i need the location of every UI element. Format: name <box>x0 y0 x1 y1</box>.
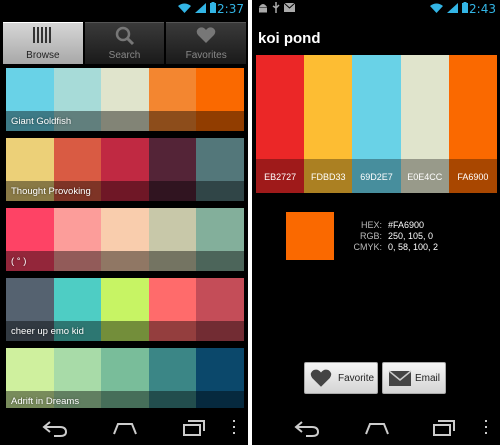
rgb-label: RGB: <box>359 231 382 241</box>
cmyk-label: CMYK: <box>353 242 382 252</box>
palette-color-column[interactable]: FDBD33 <box>304 55 353 193</box>
back-icon[interactable] <box>294 419 320 437</box>
android-icon <box>259 4 267 13</box>
palette-card[interactable]: Adrift in Dreams <box>6 348 244 408</box>
menu-icon[interactable] <box>232 419 236 435</box>
palette-color-column[interactable]: E0E4CC <box>400 55 449 193</box>
heart-icon <box>196 27 216 43</box>
cmyk-value: 0, 58, 100, 2 <box>388 242 439 252</box>
wifi-icon <box>178 3 191 13</box>
favorite-button[interactable]: Favorite <box>304 362 378 394</box>
palette-name: cheer up emo kid <box>11 326 84 337</box>
email-button[interactable]: Email <box>382 362 446 394</box>
status-bar: 12:43 <box>252 0 500 18</box>
home-icon[interactable] <box>112 419 138 437</box>
hex-code: FDBD33 <box>311 172 346 182</box>
rgb-value: 250, 105, 0 <box>388 231 434 241</box>
barcode-icon <box>32 27 51 43</box>
mail-icon <box>284 3 295 12</box>
usb-icon <box>272 2 280 13</box>
email-label: Email <box>415 373 441 384</box>
hex-code: FA6900 <box>457 172 489 182</box>
status-bar: 12:37 <box>0 0 248 18</box>
palette-name: Adrift in Dreams <box>11 396 80 407</box>
menu-icon[interactable] <box>484 419 488 435</box>
palette-card[interactable]: Thought Provoking <box>6 138 244 201</box>
hex-label: HEX: <box>360 220 382 230</box>
home-icon[interactable] <box>364 419 390 437</box>
signal-icon <box>195 2 206 13</box>
hex-code: EB2727 <box>264 172 297 182</box>
nav-bar <box>0 413 248 445</box>
palette-card[interactable]: ( ° ) <box>6 208 244 271</box>
browse-screen: 12:37 Browse Search Favorites Giant Gold… <box>0 0 248 445</box>
tab-favorites[interactable]: Favorites <box>166 22 247 64</box>
hex-value: #FA6900 <box>388 220 425 230</box>
tab-label: Search <box>108 50 141 61</box>
recent-apps-icon[interactable] <box>182 419 206 437</box>
color-info: HEX: #FA6900 RGB: 250, 105, 0 CMYK: 0, 58, … <box>340 220 438 253</box>
palette-swatches: EB2727 FDBD33 69D2E7 E0E4CC FA6900 <box>256 55 498 193</box>
palette-list: Giant Goldfish Thought Provoking ( ° ) chee… <box>6 68 244 408</box>
favorite-label: Favorite <box>338 373 375 384</box>
palette-name: Giant Goldfish <box>11 116 72 127</box>
hex-code: 69D2E7 <box>360 172 393 182</box>
heart-icon <box>310 369 332 387</box>
palette-name-band <box>6 251 244 271</box>
palette-color-column[interactable]: FA6900 <box>448 55 498 193</box>
palette-card[interactable]: cheer up emo kid <box>6 278 244 341</box>
palette-color-column[interactable]: EB2727 <box>256 55 305 193</box>
envelope-icon <box>388 370 412 386</box>
tab-bar: Browse Search Favorites <box>3 22 247 64</box>
palette-name: ( ° ) <box>11 256 27 267</box>
wifi-icon <box>430 3 443 13</box>
search-icon <box>115 26 134 46</box>
recent-apps-icon[interactable] <box>432 419 456 437</box>
status-time: 12:37 <box>209 2 244 16</box>
palette-card[interactable]: Giant Goldfish <box>6 68 244 131</box>
palette-color-column[interactable]: 69D2E7 <box>352 55 401 193</box>
tab-label: Favorites <box>185 50 227 61</box>
palette-title: koi pond <box>258 30 321 47</box>
tab-browse[interactable]: Browse <box>3 22 83 64</box>
palette-detail-screen: 12:43 koi pond EB2727 FDBD33 69D2E7 E0E4CC F… <box>252 0 500 445</box>
signal-icon <box>447 2 458 13</box>
nav-bar <box>252 413 500 445</box>
hex-code: E0E4CC <box>407 172 443 182</box>
back-icon[interactable] <box>42 419 68 437</box>
tab-search[interactable]: Search <box>84 22 165 64</box>
palette-name: Thought Provoking <box>11 186 91 197</box>
status-time: 12:43 <box>461 2 496 16</box>
selected-color-swatch <box>286 212 334 260</box>
tab-label: Browse <box>26 50 60 61</box>
